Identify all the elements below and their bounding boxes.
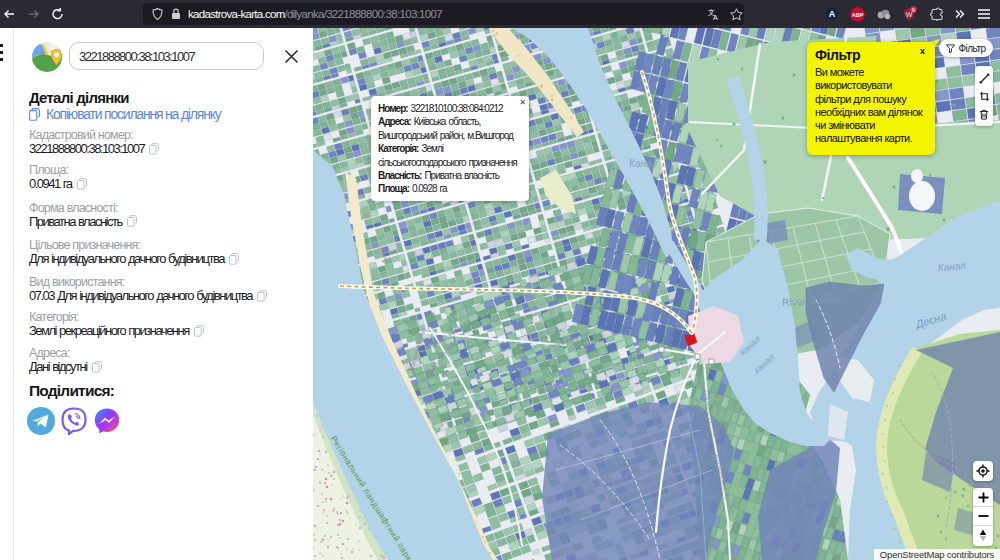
svg-text:Канал: Канал	[629, 158, 657, 169]
svg-text:A: A	[829, 9, 836, 19]
svg-text:A: A	[713, 14, 718, 21]
svg-text:ABP: ABP	[852, 12, 864, 18]
